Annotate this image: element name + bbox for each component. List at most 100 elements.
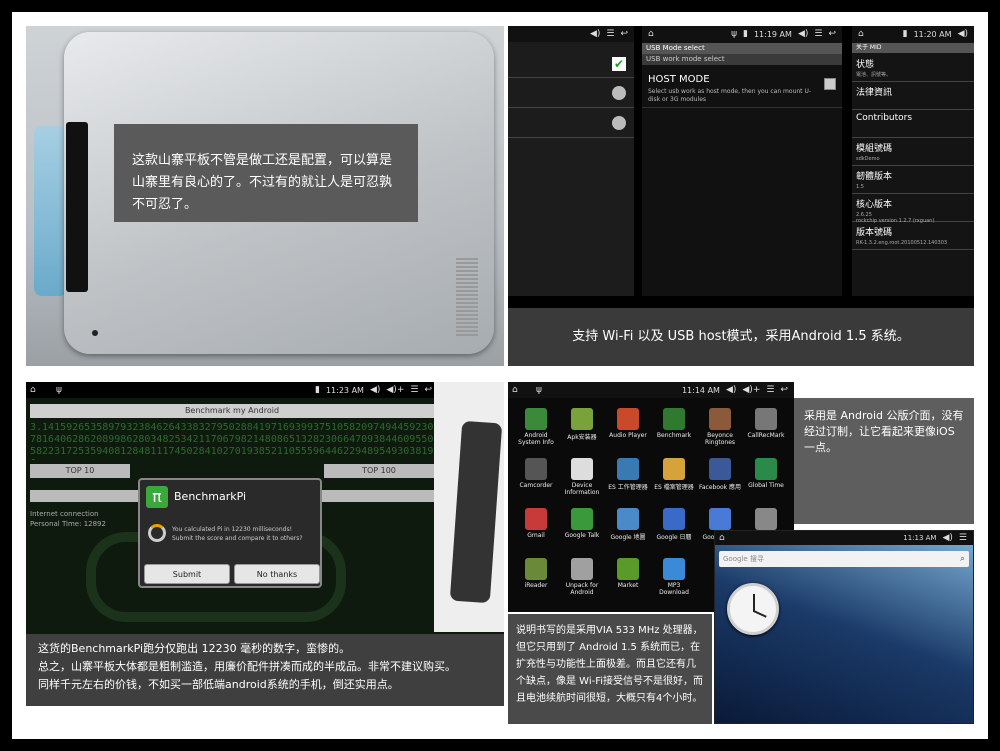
app-label: Camcorder — [519, 482, 553, 489]
app-label: iReader — [524, 582, 548, 589]
about-list-item[interactable]: 状態 電池、訊號等。 — [852, 54, 974, 82]
app-launcher-icon[interactable]: Device Information — [560, 458, 604, 496]
status-bar-a: ◀) ☰ ↩ — [508, 26, 634, 42]
tab-top10[interactable]: TOP 10 — [30, 464, 130, 478]
app-launcher-icon[interactable]: ES 檔案管理器 — [652, 458, 696, 491]
about-list-item[interactable]: 模組號碼 sdkDemo — [852, 138, 974, 166]
app-launcher-icon[interactable]: iReader — [514, 558, 558, 589]
about-item-label: 版本號碼 — [856, 228, 893, 238]
volume-down-icon[interactable]: ◀) — [726, 385, 736, 395]
app-label: Gmail — [527, 532, 545, 539]
volume-up-icon[interactable]: ◀)+ — [742, 385, 760, 395]
app-icon — [525, 408, 547, 430]
home-icon[interactable]: ⌂ — [858, 29, 864, 39]
about-list-item[interactable]: 法律資訊 — [852, 82, 974, 110]
menu-icon[interactable]: ☰ — [410, 385, 418, 395]
app-launcher-icon[interactable]: Beyonce Ringtones — [698, 408, 742, 446]
app-launcher-icon[interactable]: Google 日曆 — [652, 508, 696, 541]
side-port — [66, 122, 88, 292]
volume-icon[interactable]: ◀) — [942, 533, 952, 543]
app-launcher-icon[interactable]: MP3 Download — [652, 558, 696, 596]
app-launcher-icon[interactable]: Benchmark — [652, 408, 696, 439]
search-input[interactable]: Google 搜寻 — [723, 555, 764, 563]
app-icon — [709, 408, 731, 430]
about-list-item[interactable]: 韌體版本 1.5 — [852, 166, 974, 194]
app-launcher-icon[interactable]: Audio Player — [606, 408, 650, 439]
checkbox-checked[interactable]: ✔ — [612, 57, 626, 71]
setting-row[interactable]: ✔ — [508, 52, 634, 78]
radio-icon[interactable] — [612, 116, 626, 130]
app-label: ES 工作管理器 — [608, 484, 648, 491]
host-mode-option[interactable]: HOST MODE Select usb work as host mode, … — [642, 68, 842, 108]
app-icon — [709, 508, 731, 530]
app-launcher-icon[interactable]: Google Talk — [560, 508, 604, 539]
app-label: ES 檔案管理器 — [654, 484, 694, 491]
submit-button[interactable]: Submit — [144, 564, 230, 584]
caption-wifi-usb: 支持 Wi-Fi 以及 USB host模式，采用Android 1.5 系统。 — [508, 308, 974, 366]
app-label: Google 地圖 — [610, 534, 646, 541]
menu-icon[interactable]: ☰ — [606, 29, 614, 39]
radio-icon[interactable] — [612, 86, 626, 100]
app-label: Market — [617, 582, 639, 589]
about-item-label: 韌體版本 — [856, 172, 893, 182]
pi-icon: π — [146, 486, 168, 508]
tab-top100[interactable]: TOP 100 — [324, 464, 434, 478]
back-icon[interactable]: ↩ — [780, 385, 788, 395]
google-search-bar[interactable]: Google 搜寻 ⌕ — [719, 551, 969, 567]
app-launcher-icon[interactable]: Facebook 應用 — [698, 458, 742, 491]
setting-row[interactable] — [508, 110, 634, 138]
app-label: Google 日曆 — [656, 534, 692, 541]
volume-down-icon[interactable]: ◀) — [370, 385, 380, 395]
window-title: USB Mode select — [642, 43, 842, 54]
back-icon[interactable]: ↩ — [620, 29, 628, 39]
status-bar-b: ⌂ ψ ▮ 11:19 AM ◀) ☰ ↩ — [642, 26, 842, 42]
app-label: Apk安装器 — [567, 434, 597, 441]
back-icon[interactable]: ↩ — [828, 29, 836, 39]
app-launcher-icon[interactable]: Market — [606, 558, 650, 589]
app-icon — [755, 508, 777, 530]
volume-icon[interactable]: ◀) — [958, 29, 968, 39]
app-icon — [755, 458, 777, 480]
checkbox-unchecked[interactable] — [824, 78, 836, 90]
menu-icon[interactable]: ☰ — [814, 29, 822, 39]
search-icon[interactable]: ⌕ — [960, 551, 965, 567]
menu-icon[interactable]: ☰ — [959, 533, 967, 543]
app-icon — [617, 508, 639, 530]
app-launcher-icon[interactable]: Global Time — [744, 458, 788, 489]
home-icon[interactable]: ⌂ — [719, 533, 725, 543]
about-list: 状態 電池、訊號等。 法律資訊 Contributors 模組號碼 sdkDemo 韌體版本… — [852, 54, 974, 250]
app-label: Unpack for Android — [565, 582, 599, 596]
about-list-item[interactable]: 核心版本 2.6.25 rockchip version 1.2.7 (rxgua… — [852, 194, 974, 224]
bench-header-button[interactable]: Benchmark my Android — [30, 404, 434, 418]
app-launcher-icon[interactable]: CallRecMark — [744, 408, 788, 439]
app-icon — [617, 408, 639, 430]
volume-icon[interactable]: ◀) — [798, 29, 808, 39]
menu-icon[interactable]: ☰ — [766, 385, 774, 395]
app-launcher-icon[interactable]: Android System Info — [514, 408, 558, 446]
app-launcher-icon[interactable]: Google 地圖 — [606, 508, 650, 541]
home-icon[interactable]: ⌂ — [512, 385, 518, 395]
setting-row[interactable] — [508, 80, 634, 108]
no-thanks-button[interactable]: No thanks — [234, 564, 320, 584]
app-launcher-icon[interactable]: Apk安装器 — [560, 408, 604, 441]
app-launcher-icon[interactable]: Unpack for Android — [560, 558, 604, 596]
about-item-value: 電池、訊號等。 — [856, 72, 892, 78]
volume-icon[interactable]: ◀) — [590, 29, 600, 39]
phone-decoration — [434, 382, 504, 632]
spinner-icon — [148, 524, 166, 542]
speaker-grille — [456, 256, 478, 336]
volume-up-icon[interactable]: ◀)+ — [386, 385, 404, 395]
option-description: Select usb work as host mode, then you c… — [648, 88, 811, 103]
app-icon — [571, 508, 593, 530]
caption-benchmark: 这货的BenchmarkPi跑分仅跑出 12230 毫秒的数字，蛮惨的。 总之，… — [26, 634, 504, 706]
window-title: 关于 MID — [852, 43, 974, 53]
about-list-item[interactable]: 版本號碼 RK-1.3.2.eng.root.20100512.140303 — [852, 222, 974, 250]
about-list-item[interactable]: Contributors — [852, 110, 974, 138]
app-launcher-icon[interactable]: Gmail — [514, 508, 558, 539]
analog-clock-widget[interactable] — [727, 583, 779, 635]
app-launcher-icon[interactable]: ES 工作管理器 — [606, 458, 650, 491]
home-icon[interactable]: ⌂ — [648, 29, 654, 39]
back-icon[interactable]: ↩ — [424, 385, 432, 395]
home-icon[interactable]: ⌂ — [30, 385, 36, 395]
app-launcher-icon[interactable]: Camcorder — [514, 458, 558, 489]
